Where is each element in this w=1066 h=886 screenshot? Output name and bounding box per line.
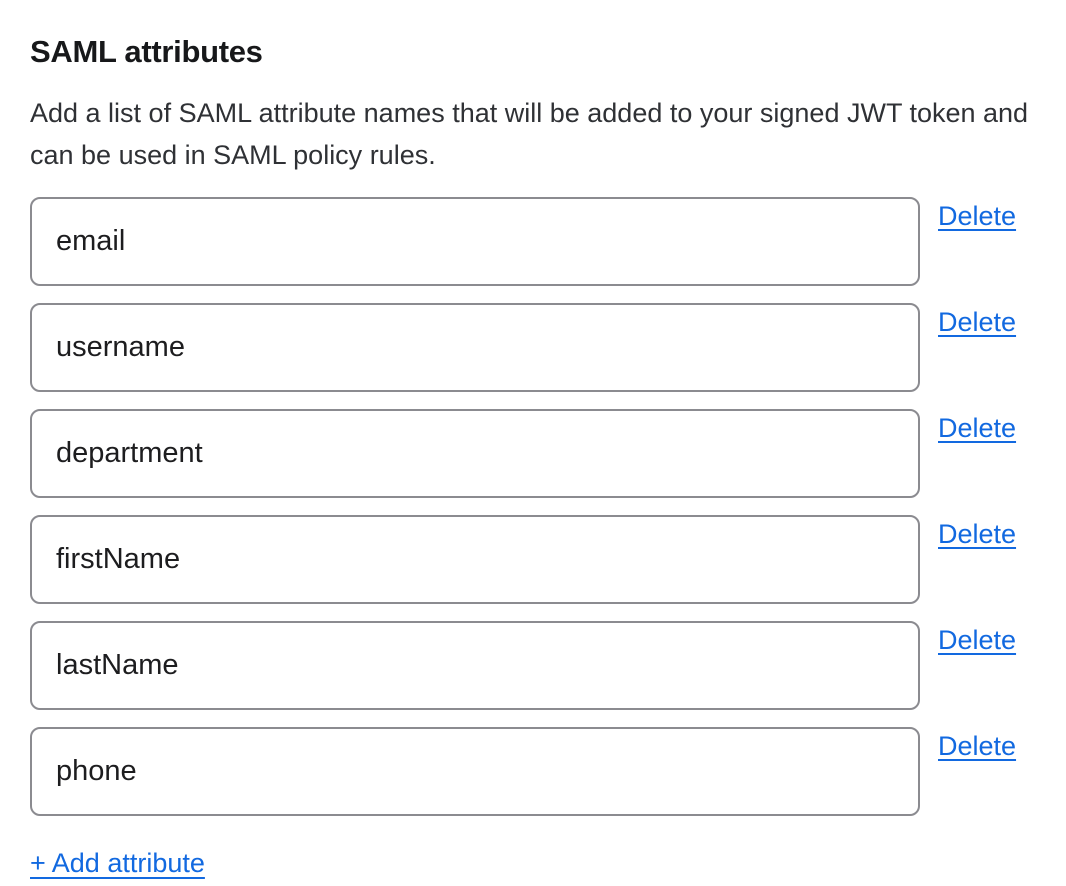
page-title: SAML attributes: [30, 34, 1066, 70]
delete-attribute-link[interactable]: Delete: [938, 623, 1016, 657]
delete-attribute-link[interactable]: Delete: [938, 517, 1016, 551]
saml-attributes-section: SAML attributes Add a list of SAML attri…: [0, 0, 1066, 886]
saml-attribute-input[interactable]: [30, 409, 920, 498]
attribute-row: Delete: [30, 197, 1066, 286]
saml-attribute-input[interactable]: [30, 197, 920, 286]
attribute-row: Delete: [30, 409, 1066, 498]
section-description: Add a list of SAML attribute names that …: [30, 92, 1042, 176]
saml-attribute-input[interactable]: [30, 621, 920, 710]
add-attribute-link[interactable]: + Add attribute: [30, 846, 205, 880]
delete-attribute-link[interactable]: Delete: [938, 199, 1016, 233]
saml-attribute-input[interactable]: [30, 727, 920, 816]
attribute-row: Delete: [30, 515, 1066, 604]
attribute-row: Delete: [30, 303, 1066, 392]
saml-attribute-input[interactable]: [30, 515, 920, 604]
saml-attribute-input[interactable]: [30, 303, 920, 392]
delete-attribute-link[interactable]: Delete: [938, 305, 1016, 339]
attribute-row: Delete: [30, 621, 1066, 710]
attribute-row: Delete: [30, 727, 1066, 816]
delete-attribute-link[interactable]: Delete: [938, 411, 1016, 445]
delete-attribute-link[interactable]: Delete: [938, 729, 1016, 763]
